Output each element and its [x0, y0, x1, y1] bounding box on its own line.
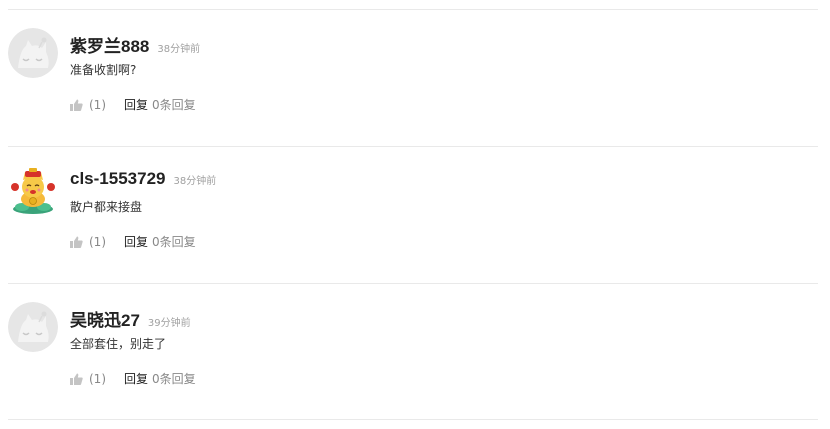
reply-button[interactable]: 回复: [124, 370, 148, 387]
default-cat-avatar-icon[interactable]: [8, 28, 58, 78]
default-cat-avatar-icon[interactable]: [8, 302, 58, 352]
reply-button[interactable]: 回复: [124, 96, 148, 113]
like-count: (1): [89, 97, 106, 112]
comment-header: 紫罗兰888 38分钟前: [70, 32, 200, 57]
like-count: (1): [89, 234, 106, 249]
reply-count-link[interactable]: 0条回复: [152, 233, 196, 250]
comment-text: 准备收割啊?: [70, 63, 137, 77]
like-button[interactable]: (1): [70, 235, 106, 249]
comment-item: cls-1553729 38分钟前 散户都来接盘 (1) 回复 0条回复: [0, 147, 830, 283]
like-button[interactable]: (1): [70, 98, 106, 112]
comment-item: 紫罗兰888 38分钟前 准备收割啊? (1) 回复 0条回复: [0, 10, 830, 146]
comment-text: 散户都来接盘: [70, 200, 143, 214]
username[interactable]: 紫罗兰888: [70, 32, 149, 57]
fortune-cat-avatar-icon[interactable]: [8, 165, 58, 215]
divider-bottom: [8, 419, 818, 420]
timestamp: 38分钟前: [173, 176, 217, 187]
comment-actions: (1) 回复 0条回复: [70, 96, 196, 113]
comment-item: 吴晓迅27 39分钟前 全部套住，别走了 (1) 回复 0条回复: [0, 284, 830, 420]
like-count: (1): [89, 371, 106, 386]
thumbs-up-icon: [70, 373, 83, 385]
comment-header: cls-1553729 38分钟前: [70, 169, 216, 189]
username[interactable]: 吴晓迅27: [70, 306, 140, 331]
thumbs-up-icon: [70, 99, 83, 111]
comment-actions: (1) 回复 0条回复: [70, 233, 196, 250]
timestamp: 39分钟前: [147, 318, 191, 329]
reply-button[interactable]: 回复: [124, 233, 148, 250]
username[interactable]: cls-1553729: [70, 169, 165, 189]
reply-count-link[interactable]: 0条回复: [152, 96, 196, 113]
timestamp: 38分钟前: [157, 44, 201, 55]
reply-count-link[interactable]: 0条回复: [152, 370, 196, 387]
like-button[interactable]: (1): [70, 372, 106, 386]
comment-actions: (1) 回复 0条回复: [70, 370, 196, 387]
comment-header: 吴晓迅27 39分钟前: [70, 306, 191, 331]
comment-text: 全部套住，别走了: [70, 337, 167, 351]
thumbs-up-icon: [70, 236, 83, 248]
